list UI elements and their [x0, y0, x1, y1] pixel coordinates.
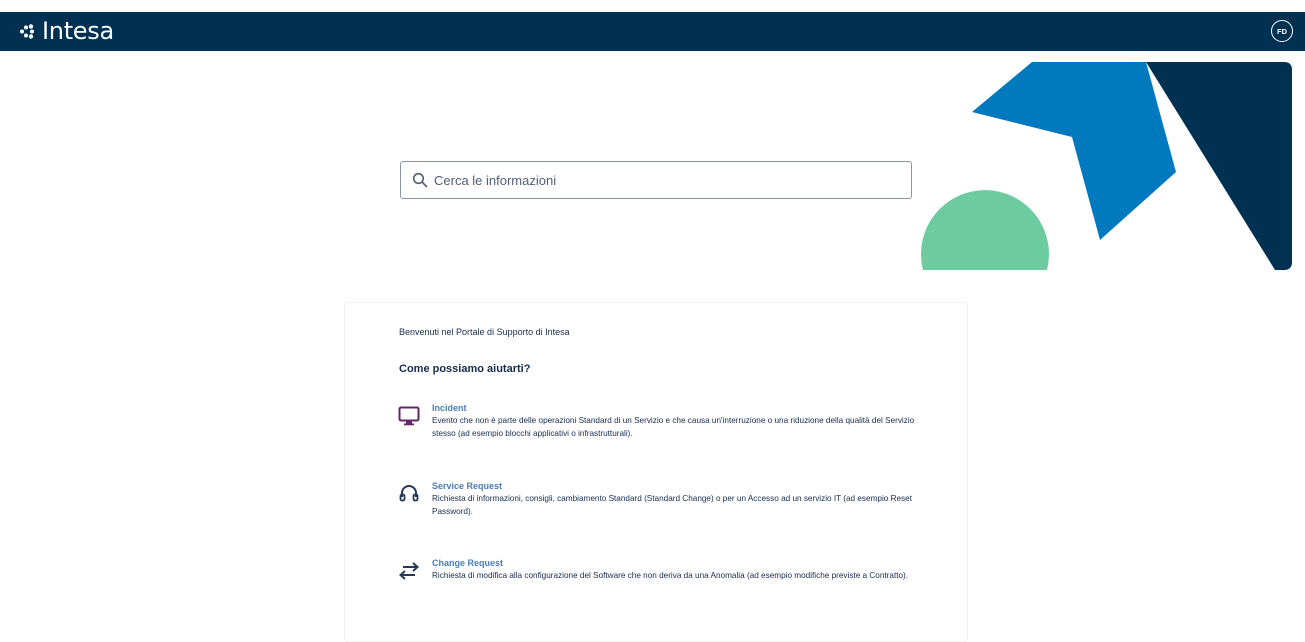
- search-input[interactable]: Cerca le informazioni: [400, 161, 912, 199]
- request-type-service-request[interactable]: Service Request Richiesta di informazion…: [398, 481, 918, 521]
- hero-illustration: [921, 62, 1292, 270]
- headset-icon: [399, 485, 419, 502]
- user-avatar[interactable]: FD: [1271, 20, 1293, 42]
- request-type-description: Evento che non è parte delle operazioni …: [432, 416, 915, 438]
- top-navigation-bar: Intesa FD: [0, 12, 1305, 51]
- help-heading: Come possiamo aiutarti?: [399, 363, 531, 375]
- intesa-logo[interactable]: Intesa: [18, 18, 114, 44]
- welcome-text: Benvenuti nel Portale di Supporto di Int…: [399, 327, 570, 337]
- brand-name: Intesa: [42, 17, 114, 45]
- green-circle-shape: [921, 190, 1049, 270]
- swap-arrows-icon: [398, 562, 420, 580]
- monitor-icon: [398, 406, 420, 426]
- request-type-change-request[interactable]: Change Request Richiesta di modifica all…: [398, 558, 918, 598]
- request-type-description: Richiesta di informazioni, consigli, cam…: [432, 494, 912, 516]
- request-type-title[interactable]: Incident: [432, 403, 467, 413]
- search-icon: [412, 172, 428, 188]
- request-type-incident[interactable]: Incident Evento che non è parte delle op…: [398, 403, 918, 443]
- search-placeholder: Cerca le informazioni: [434, 172, 557, 188]
- request-type-description: Richiesta di modifica alla configurazion…: [432, 571, 909, 580]
- request-type-title[interactable]: Change Request: [432, 558, 503, 568]
- intesa-logo-icon: [20, 24, 34, 39]
- request-type-title[interactable]: Service Request: [432, 481, 502, 491]
